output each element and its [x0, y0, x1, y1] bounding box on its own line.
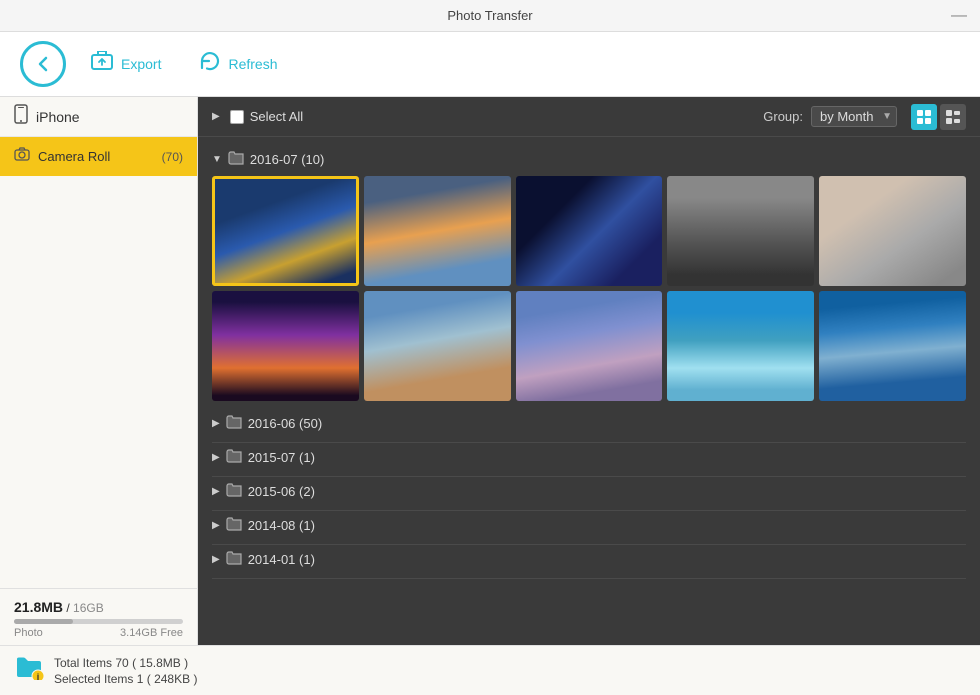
month-header-2014-08[interactable]: ▶ 2014-08 (1) [212, 513, 966, 545]
month-header-2014-01[interactable]: ▶ 2014-01 (1) [212, 547, 966, 579]
view-buttons [911, 104, 966, 130]
selected-info: Selected Items 1 ( 248KB ) [54, 672, 197, 686]
total-count: 70 [115, 656, 128, 670]
refresh-label: Refresh [228, 56, 277, 72]
month-group-2016-06: ▶ 2016-06 (50) [212, 411, 966, 443]
month-collapse-icon-2015-06: ▶ [212, 486, 220, 497]
select-all-area[interactable]: ▶ Select All [212, 109, 303, 124]
month-title-2014-08: 2014-08 (1) [248, 518, 315, 533]
photo-p1[interactable] [212, 176, 359, 286]
photo-p8[interactable] [516, 291, 663, 401]
sidebar: iPhone Camera Roll (70) 21.8MB / 16GB [0, 97, 198, 645]
select-collapse-arrow: ▶ [212, 111, 220, 122]
sidebar-footer: 21.8MB / 16GB Photo 3.14GB Free [0, 588, 197, 645]
month-header-2016-07[interactable]: ▼ 2016-07 (10) [212, 147, 966, 176]
camera-roll-label: Camera Roll [38, 149, 154, 164]
title-bar: Photo Transfer — [0, 0, 980, 32]
storage-bar-fill [14, 619, 73, 624]
back-button[interactable] [20, 41, 66, 87]
group-label: Group: [763, 109, 803, 124]
storage-info: 21.8MB / 16GB [14, 599, 183, 615]
export-button[interactable]: Export [76, 43, 175, 85]
group-dropdown-wrap: by Month by Day by Year ▼ [811, 106, 897, 127]
storage-total: 16GB [73, 601, 104, 615]
camera-roll-icon [14, 147, 30, 166]
app-title: Photo Transfer [447, 8, 532, 23]
total-info: Total Items 70 ( 15.8MB ) [54, 656, 197, 670]
month-header-2016-06[interactable]: ▶ 2016-06 (50) [212, 411, 966, 443]
export-label: Export [121, 56, 161, 72]
sidebar-items: Camera Roll (70) [0, 137, 197, 588]
refresh-icon [199, 50, 221, 78]
month-folder-icon-2016-07 [228, 151, 244, 168]
month-group-2014-08: ▶ 2014-08 (1) [212, 513, 966, 545]
select-all-checkbox[interactable] [230, 110, 244, 124]
storage-used: 21.8MB [14, 599, 63, 615]
list-view-button[interactable] [940, 104, 966, 130]
content-area: ▶ Select All Group: by Month by Day by Y… [198, 97, 980, 645]
month-folder-icon-2014-08 [226, 517, 242, 534]
month-collapse-icon-2014-01: ▶ [212, 554, 220, 565]
refresh-button[interactable]: Refresh [185, 42, 291, 86]
svg-text:i: i [37, 672, 40, 680]
camera-roll-count: (70) [162, 150, 183, 164]
total-label: Total Items [54, 656, 112, 670]
photo-p6[interactable] [212, 291, 359, 401]
month-collapse-icon-2015-07: ▶ [212, 452, 220, 463]
month-header-2015-06[interactable]: ▶ 2015-06 (2) [212, 479, 966, 511]
device-row: iPhone [0, 97, 197, 137]
photo-p3[interactable] [516, 176, 663, 286]
status-texts: Total Items 70 ( 15.8MB ) Selected Items… [54, 656, 197, 686]
photo-p7[interactable] [364, 291, 511, 401]
storage-free-label: 3.14GB Free [120, 627, 183, 639]
device-name: iPhone [36, 109, 80, 125]
photo-p2[interactable] [364, 176, 511, 286]
month-group-2015-06: ▶ 2015-06 (2) [212, 479, 966, 511]
status-icon: i [14, 654, 44, 687]
total-size: ( 15.8MB ) [132, 656, 188, 670]
storage-bar-bg [14, 619, 183, 624]
selected-label: Selected Items [54, 672, 133, 686]
main-area: iPhone Camera Roll (70) 21.8MB / 16GB [0, 97, 980, 645]
selected-size: ( 248KB ) [147, 672, 198, 686]
iphone-icon [14, 104, 28, 129]
month-title-2015-07: 2015-07 (1) [248, 450, 315, 465]
grid-view-button[interactable] [911, 104, 937, 130]
photo-p9[interactable] [667, 291, 814, 401]
month-title-2016-06: 2016-06 (50) [248, 416, 322, 431]
storage-sep: / [63, 601, 73, 615]
export-icon [90, 51, 114, 77]
photo-area: ▼ 2016-07 (10) [198, 137, 980, 645]
month-header-2015-07[interactable]: ▶ 2015-07 (1) [212, 445, 966, 477]
month-folder-icon-2015-06 [226, 483, 242, 500]
content-header: ▶ Select All Group: by Month by Day by Y… [198, 97, 980, 137]
month-group-2016-07: ▼ 2016-07 (10) [212, 147, 966, 401]
month-title-2016-07: 2016-07 (10) [250, 152, 324, 167]
photo-p10[interactable] [819, 291, 966, 401]
select-all-label: Select All [250, 109, 303, 124]
toolbar: Export Refresh [0, 32, 980, 97]
month-group-2015-07: ▶ 2015-07 (1) [212, 445, 966, 477]
sidebar-item-camera-roll[interactable]: Camera Roll (70) [0, 137, 197, 176]
month-folder-icon-2015-07 [226, 449, 242, 466]
month-folder-icon-2016-06 [226, 415, 242, 432]
storage-type-label: Photo [14, 627, 43, 639]
month-collapse-icon-2014-08: ▶ [212, 520, 220, 531]
month-collapse-icon-2016-07: ▼ [212, 154, 222, 165]
status-bar: i Total Items 70 ( 15.8MB ) Selected Ite… [0, 645, 980, 695]
month-folder-icon-2014-01 [226, 551, 242, 568]
minimize-button[interactable]: — [950, 7, 968, 25]
storage-type-row: Photo 3.14GB Free [14, 627, 183, 639]
group-area: Group: by Month by Day by Year ▼ [763, 104, 966, 130]
month-group-2014-01: ▶ 2014-01 (1) [212, 547, 966, 579]
group-select[interactable]: by Month by Day by Year [811, 106, 897, 127]
photo-p4[interactable] [667, 176, 814, 286]
month-title-2014-01: 2014-01 (1) [248, 552, 315, 567]
month-collapse-icon-2016-06: ▶ [212, 418, 220, 429]
selected-count: 1 [137, 672, 144, 686]
photo-grid-2016-07 [212, 176, 966, 401]
month-title-2015-06: 2015-06 (2) [248, 484, 315, 499]
photo-p5[interactable] [819, 176, 966, 286]
